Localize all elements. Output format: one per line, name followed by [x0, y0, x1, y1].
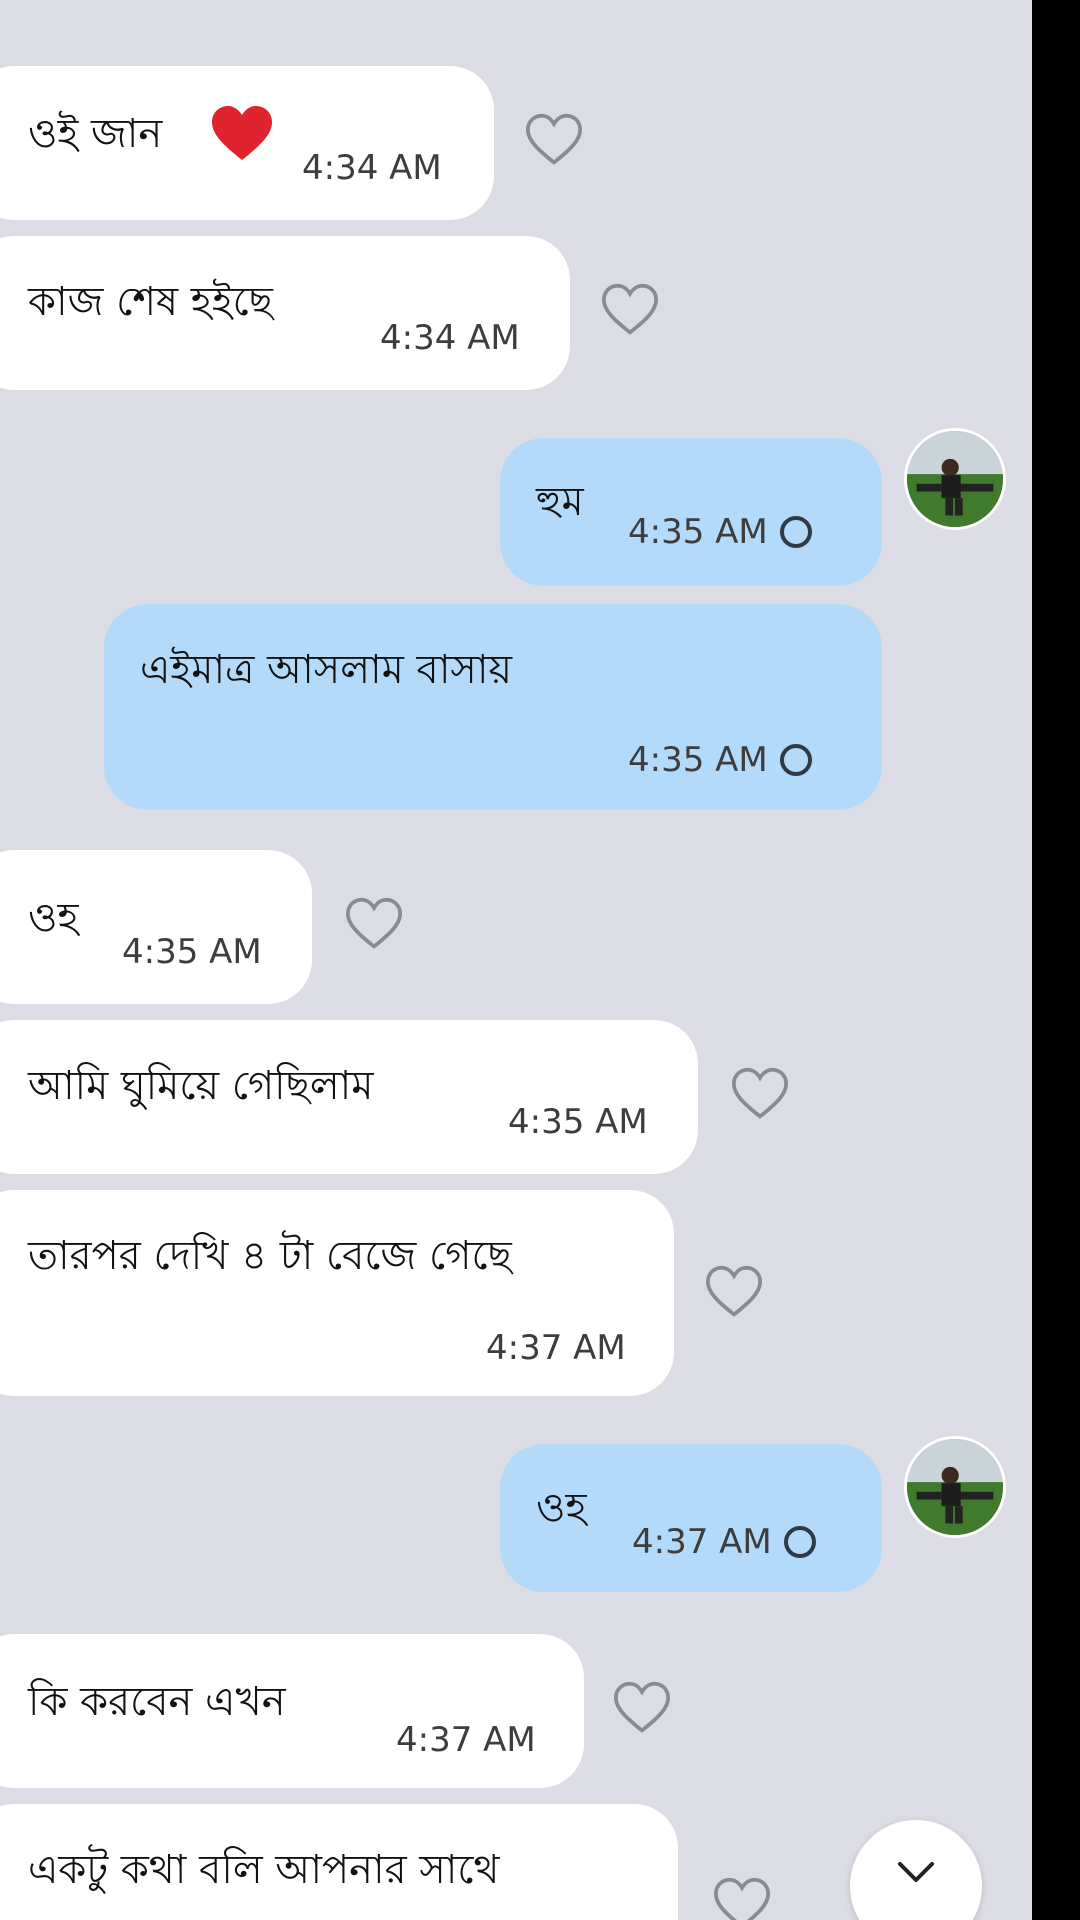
react-heart-icon[interactable] [704, 1264, 764, 1324]
react-heart-icon[interactable] [612, 1680, 672, 1740]
message-time: 4:34 AM [380, 318, 520, 358]
message-bubble-incoming[interactable]: ওই জান 4:34 AM [0, 66, 494, 220]
message-meta: 4:35 AM [628, 504, 812, 560]
message-meta: 4:34 AM [302, 140, 442, 196]
sent-status-icon [779, 516, 812, 548]
scroll-to-bottom-button[interactable] [850, 1820, 982, 1920]
message-bubble-incoming[interactable]: তারপর দেখি ৪ টা বেজে গেছে 4:37 AM [0, 1190, 674, 1396]
message-meta: 4:35 AM [628, 732, 812, 788]
message-time: 4:35 AM [508, 1102, 648, 1142]
message-text: তারপর দেখি ৪ টা বেজে গেছে [28, 1233, 512, 1279]
message-text: ওহ [536, 1485, 587, 1531]
message-meta: 4:35 AM [508, 1094, 648, 1150]
react-heart-icon[interactable] [524, 112, 584, 172]
message-bubble-outgoing[interactable]: এইমাত্র আসলাম বাসায় 4:35 AM [104, 604, 882, 810]
message-text: আমি ঘুমিয়ে গেছিলাম [28, 1063, 374, 1109]
sent-status-icon [779, 744, 812, 776]
message-bubble-incoming[interactable]: কাজ শেষ হইছে 4:34 AM [0, 236, 570, 390]
avatar[interactable] [904, 1436, 1006, 1538]
message-meta: 4:37 AM [632, 1514, 816, 1570]
message-bubble-incoming[interactable]: আমি ঘুমিয়ে গেছিলাম 4:35 AM [0, 1020, 698, 1174]
chat-messages-area[interactable]: ওই জান 4:34 AM কাজ শেষ হইছে 4:34 AM হুম … [0, 0, 1032, 1920]
message-meta: 4:37 AM [396, 1712, 536, 1768]
react-heart-icon[interactable] [730, 1066, 790, 1126]
react-heart-icon[interactable] [712, 1876, 772, 1920]
screen-edge [1032, 0, 1080, 1920]
message-text: কি করবেন এখন [28, 1679, 286, 1725]
message-text: হুম [536, 479, 584, 525]
message-bubble-incoming[interactable]: ওহ 4:35 AM [0, 850, 312, 1004]
message-text: কাজ শেষ হইছে [28, 279, 273, 325]
avatar[interactable] [904, 428, 1006, 530]
sent-status-icon [783, 1526, 816, 1558]
message-bubble-outgoing[interactable]: হুম 4:35 AM [500, 438, 882, 586]
message-meta: 4:37 AM [486, 1320, 626, 1376]
message-time: 4:37 AM [396, 1720, 536, 1760]
chevron-down-icon [896, 1860, 936, 1888]
react-heart-icon[interactable] [344, 896, 404, 956]
message-bubble-incoming[interactable]: কি করবেন এখন 4:37 AM [0, 1634, 584, 1788]
message-text: ওই জান [28, 111, 163, 157]
message-time: 4:37 AM [486, 1328, 626, 1368]
message-time: 4:35 AM [628, 740, 768, 780]
message-bubble-incoming[interactable]: একটু কথা বলি আপনার সাথে [0, 1804, 678, 1920]
react-heart-icon[interactable] [600, 282, 660, 342]
message-meta: 4:35 AM [122, 924, 262, 980]
message-text: একটু কথা বলি আপনার সাথে [28, 1847, 500, 1893]
message-time: 4:35 AM [122, 932, 262, 972]
red-heart-icon [210, 104, 274, 164]
message-bubble-outgoing[interactable]: ওহ 4:37 AM [500, 1444, 882, 1592]
message-time: 4:37 AM [632, 1522, 772, 1562]
message-time: 4:34 AM [302, 148, 442, 188]
message-text: এইমাত্র আসলাম বাসায় [140, 647, 513, 693]
message-text: ওহ [28, 895, 79, 941]
message-meta: 4:34 AM [380, 310, 520, 366]
message-time: 4:35 AM [628, 512, 768, 552]
